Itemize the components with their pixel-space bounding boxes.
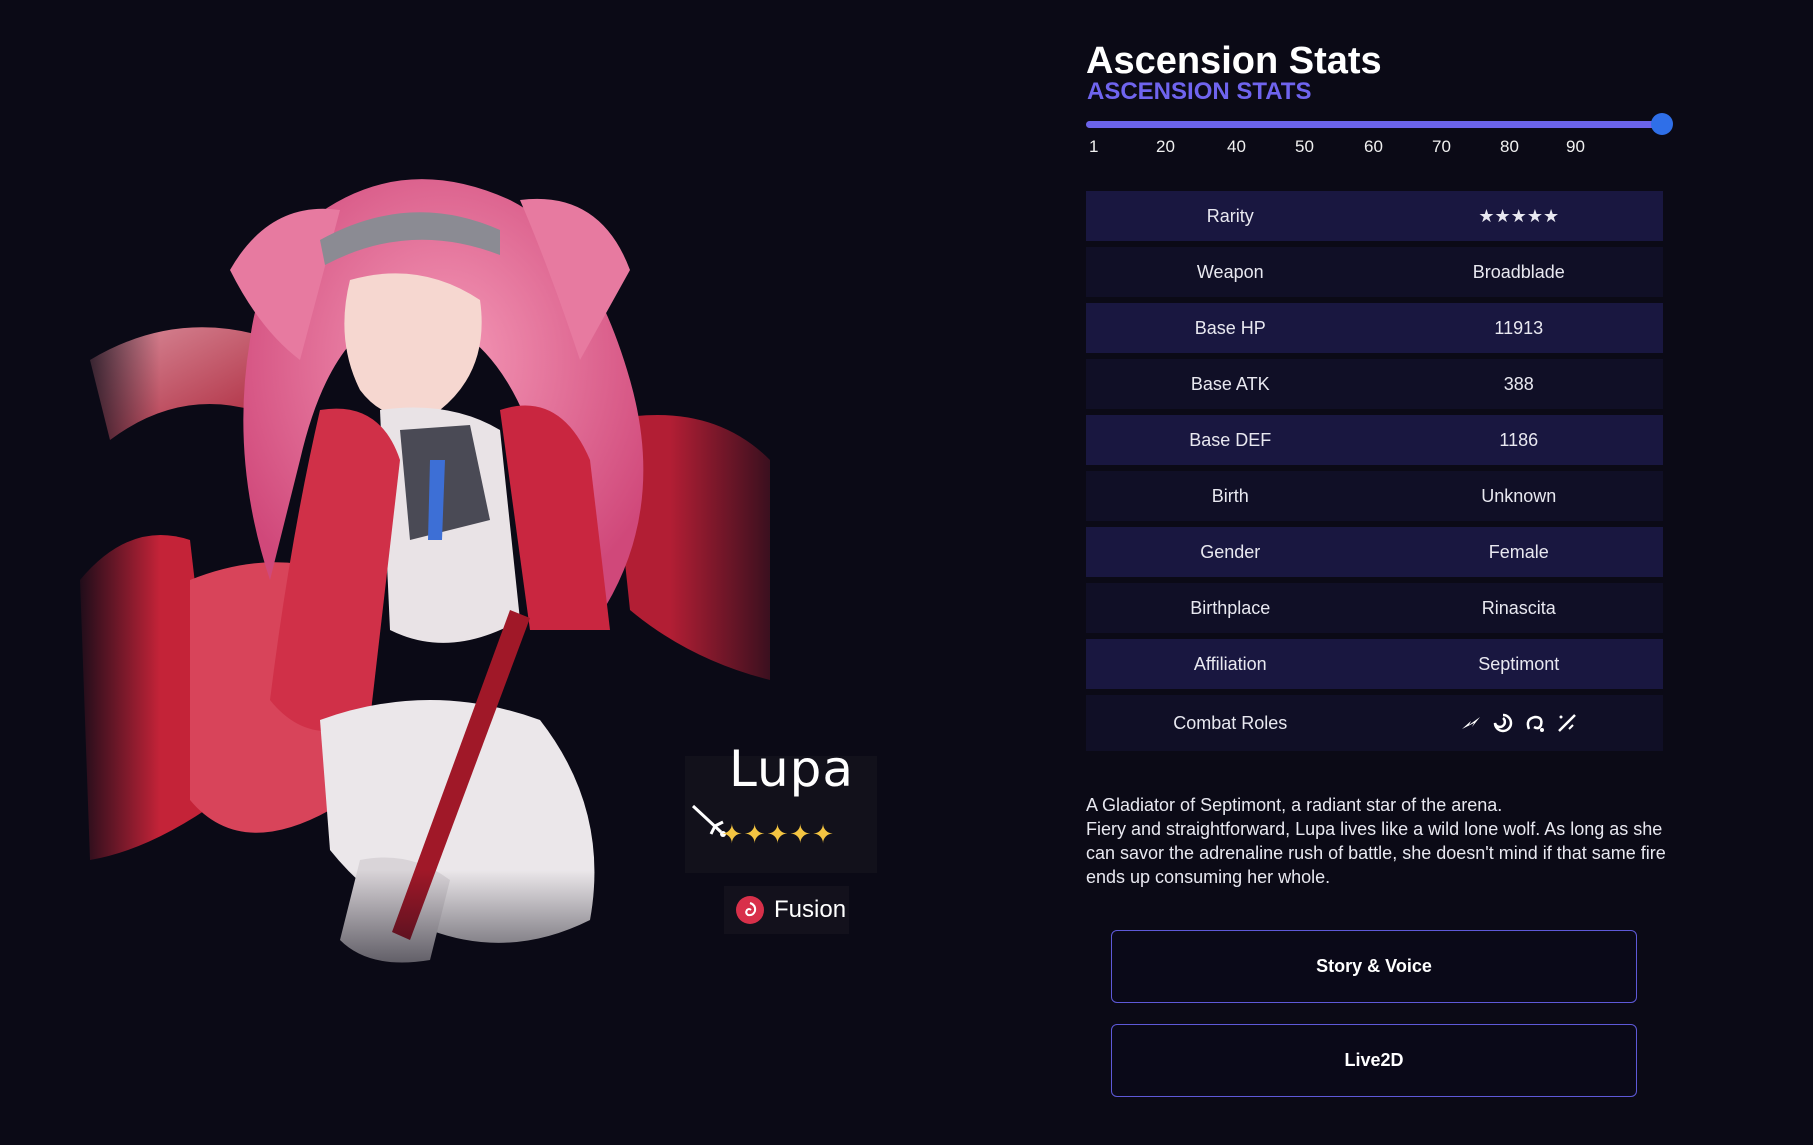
stat-row: Base ATK 388 bbox=[1086, 359, 1663, 409]
element-badge: Fusion bbox=[724, 886, 849, 934]
stats-table: Rarity ★★★★★ Weapon Broadblade Base HP 11913 B… bbox=[1086, 191, 1663, 757]
level-tick-label: 1 bbox=[1089, 137, 1099, 156]
page-subtitle: ASCENSION STATS bbox=[1087, 78, 1312, 105]
stat-value: Female bbox=[1488, 541, 1549, 562]
stat-row: Weapon Broadblade bbox=[1086, 247, 1663, 297]
stat-label: Birth bbox=[1211, 485, 1249, 506]
stat-row: Base DEF 1186 bbox=[1086, 415, 1663, 465]
stat-value: Broadblade bbox=[1472, 261, 1565, 282]
stat-value: 11913 bbox=[1494, 317, 1544, 338]
live2d-button[interactable]: Live2D bbox=[1111, 1024, 1637, 1097]
stat-label: Base DEF bbox=[1189, 429, 1272, 450]
slider-thumb[interactable] bbox=[1651, 113, 1673, 135]
stat-value: Unknown bbox=[1481, 485, 1557, 506]
stat-row: Birth Unknown bbox=[1086, 471, 1663, 521]
level-tick-label: 60 bbox=[1364, 137, 1383, 156]
story-voice-button[interactable]: Story & Voice bbox=[1111, 930, 1637, 1003]
level-tick-label: 70 bbox=[1432, 137, 1451, 156]
combat-role-icons bbox=[1375, 711, 1664, 735]
character-name-card: Lupa ✦✦✦✦✦ bbox=[685, 740, 877, 873]
stat-label: Weapon bbox=[1196, 261, 1264, 282]
stat-label: Gender bbox=[1200, 541, 1261, 562]
stat-value: ★★★★★ bbox=[1478, 205, 1560, 226]
character-portrait bbox=[70, 160, 810, 1030]
stat-label: Base HP bbox=[1194, 317, 1266, 338]
character-name: Lupa bbox=[729, 740, 855, 798]
stat-label: Rarity bbox=[1206, 205, 1254, 226]
stat-row: Combat Roles bbox=[1086, 695, 1663, 751]
role-spiral-icon bbox=[1493, 713, 1512, 733]
page-title: Ascension Stats bbox=[1086, 40, 1382, 82]
description-line-2: Fiery and straightforward, Lupa lives li… bbox=[1086, 819, 1666, 887]
rarity-stars: ✦✦✦✦✦ bbox=[721, 820, 835, 850]
stat-row: Affiliation Septimont bbox=[1086, 639, 1663, 689]
level-ticks: 1 20 40 50 60 70 80 90 bbox=[1086, 137, 1676, 159]
level-tick-label: 50 bbox=[1295, 137, 1314, 156]
level-tick-label: 20 bbox=[1156, 137, 1175, 156]
stat-value: 1186 bbox=[1499, 429, 1539, 450]
stat-value: 388 bbox=[1503, 373, 1534, 394]
level-slider[interactable] bbox=[1086, 113, 1673, 135]
slider-fill bbox=[1086, 121, 1662, 128]
role-swirl-icon bbox=[1526, 715, 1544, 732]
level-tick-label: 80 bbox=[1500, 137, 1519, 156]
element-label: Fusion bbox=[774, 896, 847, 923]
level-tick-label: 40 bbox=[1227, 137, 1246, 156]
stat-label: Combat Roles bbox=[1173, 712, 1288, 733]
stat-value: Septimont bbox=[1478, 653, 1560, 674]
stat-label: Base ATK bbox=[1190, 373, 1270, 394]
fusion-icon bbox=[736, 896, 764, 924]
stat-row: Base HP 11913 bbox=[1086, 303, 1663, 353]
stat-row: Birthplace Rinascita bbox=[1086, 583, 1663, 633]
stat-label: Birthplace bbox=[1190, 597, 1271, 618]
level-tick-label: 90 bbox=[1566, 137, 1585, 156]
description-line-1: A Gladiator of Septimont, a radiant star… bbox=[1086, 795, 1503, 815]
character-description: A Gladiator of Septimont, a radiant star… bbox=[1086, 793, 1666, 889]
stat-row: Gender Female bbox=[1086, 527, 1663, 577]
role-blade-icon bbox=[1557, 714, 1576, 732]
stat-row: Rarity ★★★★★ bbox=[1086, 191, 1663, 241]
role-burst-icon bbox=[1461, 717, 1480, 729]
stat-value: Rinascita bbox=[1481, 597, 1556, 618]
stat-label: Affiliation bbox=[1193, 653, 1267, 674]
